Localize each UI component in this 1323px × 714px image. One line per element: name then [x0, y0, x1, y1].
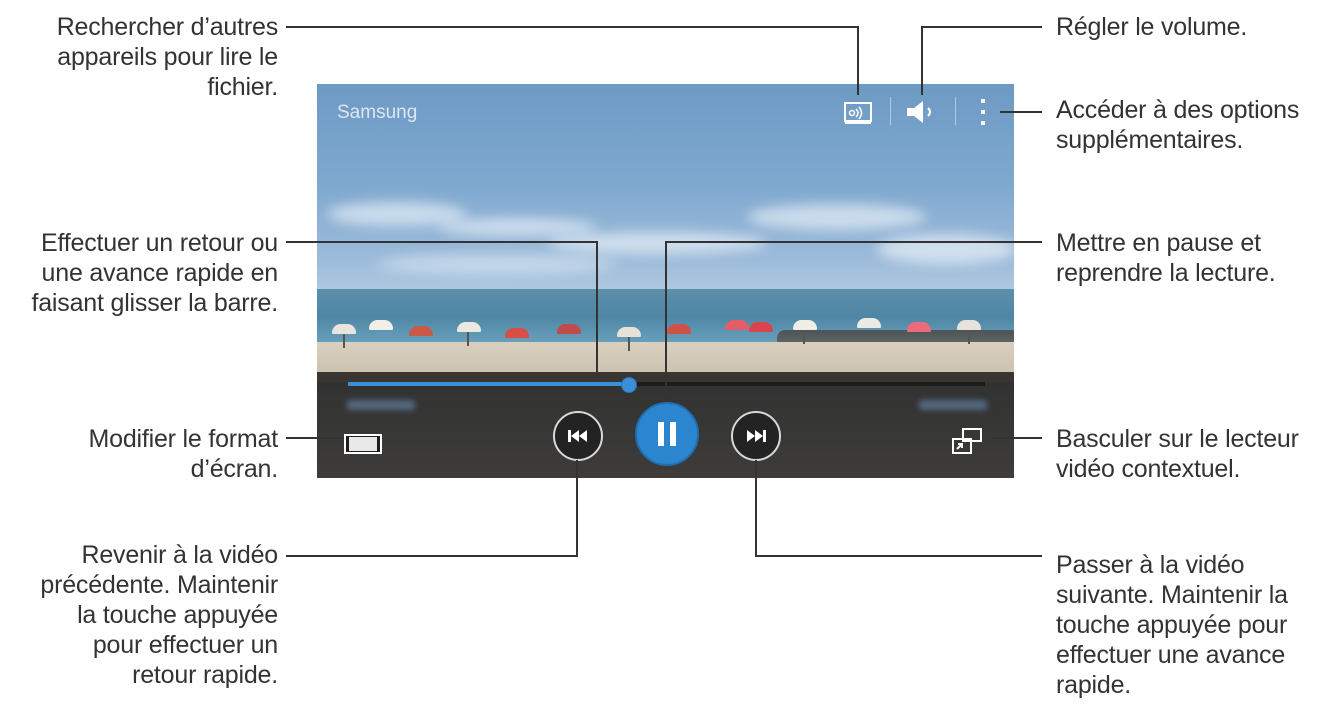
pause-button[interactable] [635, 402, 699, 466]
umbrella-pole [628, 337, 630, 351]
umbrella [667, 324, 691, 334]
video-player[interactable]: Samsung [317, 84, 1014, 478]
previous-track-icon [568, 430, 587, 442]
seek-bar-progress [348, 382, 628, 386]
umbrella [725, 320, 749, 330]
umbrella [857, 318, 881, 328]
umbrella [617, 327, 641, 337]
callout-previous: Revenir à la vidéo précédente. Maintenir… [40, 541, 278, 689]
umbrella-pole [803, 330, 805, 344]
callout-next: Passer à la vidéo suivante. Maintenir la… [1056, 551, 1288, 699]
umbrella-pole [343, 334, 345, 348]
umbrella [332, 324, 356, 334]
callout-more-options: Accéder à des options supplémentaires. [1056, 96, 1300, 154]
umbrella [557, 324, 581, 334]
cloud [437, 218, 597, 236]
next-button[interactable] [731, 411, 781, 461]
umbrella [505, 328, 529, 338]
umbrella [457, 322, 481, 332]
umbrella [907, 322, 931, 332]
umbrella [793, 320, 817, 330]
seek-bar-thumb[interactable] [621, 377, 637, 393]
callout-pause: Mettre en pause et reprendre la lecture. [1056, 229, 1276, 287]
umbrella [957, 320, 981, 330]
cloud [747, 204, 927, 230]
pause-icon [658, 422, 676, 446]
umbrella-pole [968, 330, 970, 344]
callout-aspect-ratio: Modifier le format d’écran. [88, 425, 278, 483]
seek-bar[interactable] [348, 377, 985, 393]
umbrella [749, 322, 773, 332]
cloud [377, 254, 617, 274]
callout-seek: Effectuer un retour ou une avance rapide… [31, 229, 278, 317]
divider [890, 97, 891, 125]
callout-volume: Régler le volume. [1056, 13, 1248, 41]
next-track-icon [747, 430, 766, 442]
elapsed-time [347, 400, 415, 410]
callout-popup-player: Basculer sur le lecteur vidéo contextuel… [1056, 425, 1299, 483]
divider [955, 97, 956, 125]
umbrella [409, 326, 433, 336]
cloud [877, 234, 1014, 264]
speaker-icon[interactable] [905, 98, 941, 126]
total-time [919, 400, 987, 410]
popup-player-icon[interactable] [949, 427, 985, 457]
aspect-ratio-icon[interactable] [344, 433, 382, 455]
cloud [547, 232, 767, 254]
previous-button[interactable] [553, 411, 603, 461]
more-options-icon[interactable] [977, 97, 989, 127]
screen-mirroring-icon[interactable] [842, 98, 874, 126]
callout-cast-devices: Rechercher d’autres appareils pour lire … [56, 13, 279, 101]
video-title: Samsung [337, 102, 418, 123]
umbrella-pole [467, 332, 469, 346]
umbrella [369, 320, 393, 330]
